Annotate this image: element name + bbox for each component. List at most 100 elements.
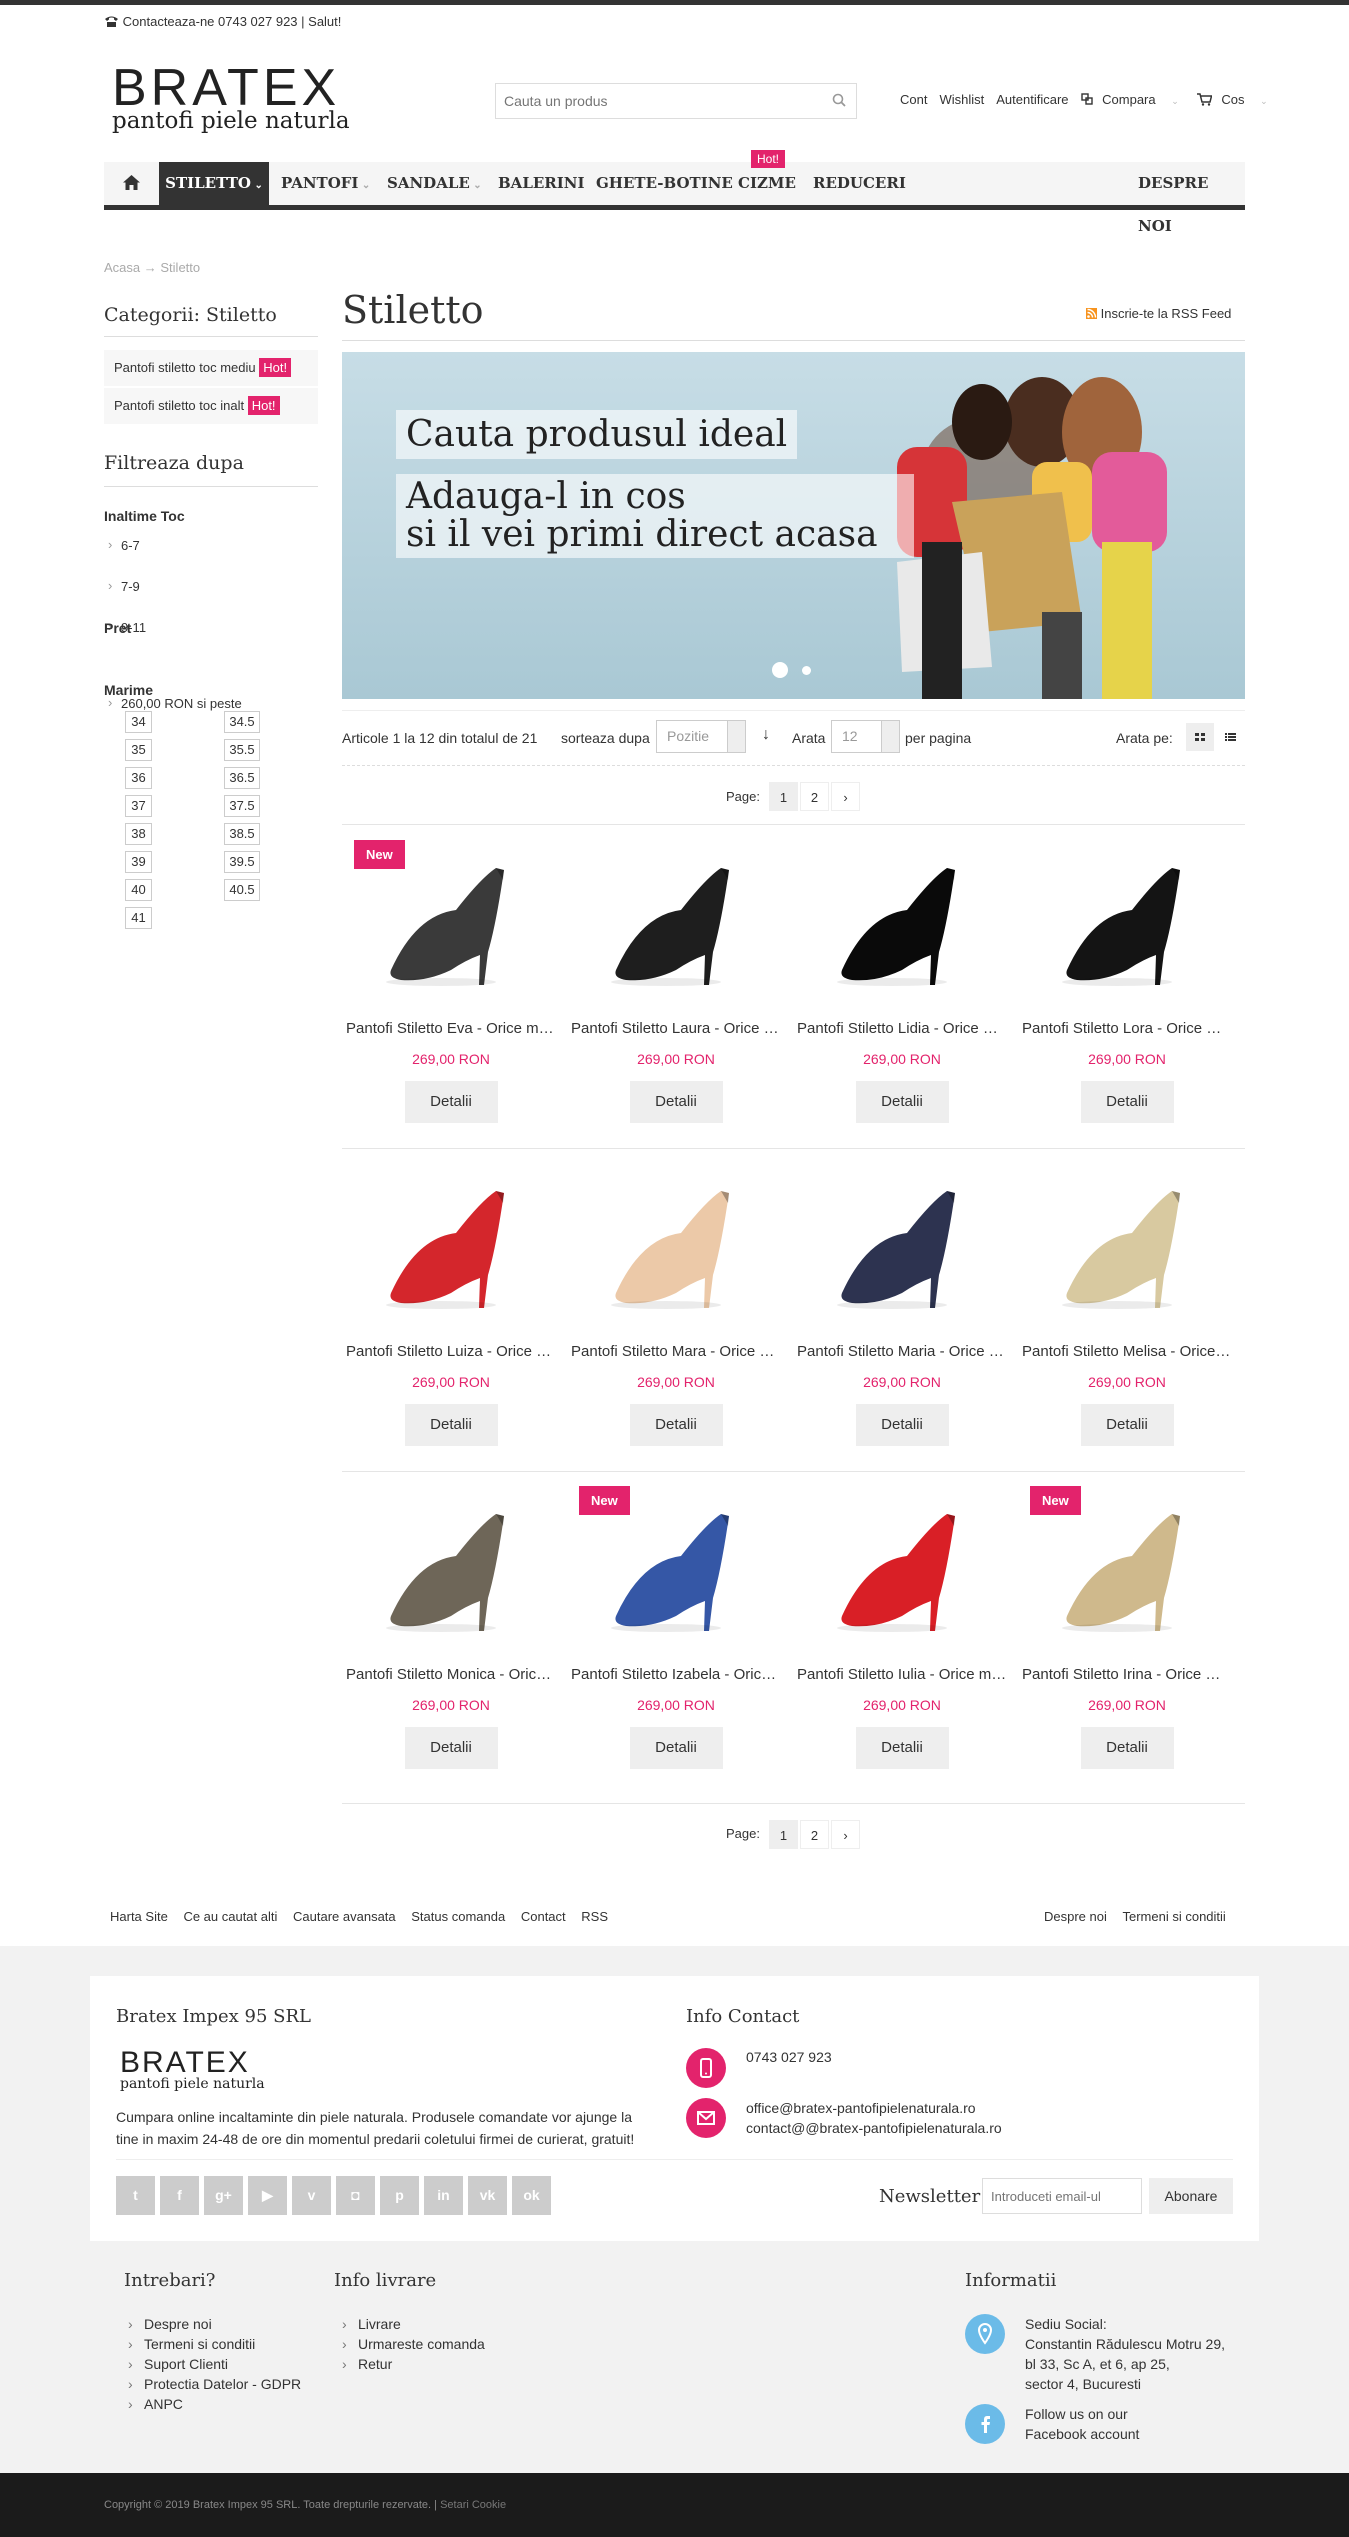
footer-col-link[interactable]: Livrare bbox=[334, 2314, 485, 2334]
product-image[interactable] bbox=[797, 840, 1007, 1000]
size-option[interactable]: 40 bbox=[125, 879, 152, 901]
linkedin-icon[interactable]: in bbox=[424, 2176, 463, 2215]
details-button[interactable]: Detalii bbox=[629, 1727, 723, 1769]
footer-col-link[interactable]: Despre noi bbox=[120, 2314, 301, 2334]
list-view-icon[interactable] bbox=[1216, 723, 1244, 751]
nav-item-ghete-botine[interactable]: GHETE-BOTINE bbox=[596, 162, 733, 205]
sort-select[interactable]: Pozitie bbox=[656, 720, 746, 753]
product-image[interactable] bbox=[571, 840, 781, 1000]
product-card[interactable]: Pantofi Stiletto Iulia - Orice marime 269… bbox=[797, 1486, 1007, 1769]
size-option[interactable]: 39.5 bbox=[224, 851, 260, 873]
nav-item-reduceri[interactable]: REDUCERI bbox=[813, 162, 906, 205]
details-button[interactable]: Detalii bbox=[404, 1081, 498, 1123]
product-name[interactable]: Pantofi Stiletto Maria - Orice marime bbox=[797, 1343, 1007, 1360]
google-plus-icon[interactable]: g+ bbox=[204, 2176, 243, 2215]
facebook-icon[interactable]: f bbox=[160, 2176, 199, 2215]
product-name[interactable]: Pantofi Stiletto Lidia - Orice marime bbox=[797, 1020, 1007, 1037]
logo-name[interactable]: BRATEX bbox=[112, 62, 340, 114]
product-card[interactable]: Pantofi Stiletto Mara - Orice marime 269,… bbox=[571, 1163, 781, 1446]
grid-view-icon[interactable] bbox=[1186, 723, 1214, 751]
home-nav-item[interactable] bbox=[104, 162, 158, 205]
product-card[interactable]: New Pantofi Stiletto Eva - Orice marime 26… bbox=[346, 840, 556, 1123]
odnoklassniki-icon[interactable]: ok bbox=[512, 2176, 551, 2215]
details-button[interactable]: Detalii bbox=[855, 1081, 949, 1123]
slider-dot-active[interactable] bbox=[772, 662, 788, 678]
page-1[interactable]: 1 bbox=[769, 1820, 798, 1849]
contact-phone[interactable]: 0743 027 923 bbox=[746, 2049, 832, 2065]
contact-email[interactable]: contact@@bratex-pantofipielenaturala.ro bbox=[746, 2118, 1002, 2138]
per-page-select[interactable]: 12 bbox=[831, 720, 900, 753]
details-button[interactable]: Detalii bbox=[1080, 1727, 1174, 1769]
pinterest-icon[interactable]: p bbox=[380, 2176, 419, 2215]
product-image[interactable] bbox=[346, 1486, 556, 1646]
instagram-icon[interactable]: ◘ bbox=[336, 2176, 375, 2215]
nav-item-cizme[interactable]: CIZME bbox=[738, 162, 796, 205]
subscribe-button[interactable]: Abonare bbox=[1149, 2178, 1233, 2214]
product-card[interactable]: New Pantofi Stiletto Irina - Orice marime… bbox=[1022, 1486, 1232, 1769]
product-name[interactable]: Pantofi Stiletto Eva - Orice marime bbox=[346, 1020, 556, 1037]
size-option[interactable]: 36 bbox=[125, 767, 152, 789]
compare-link[interactable]: Compara ⌄ bbox=[1075, 92, 1191, 107]
size-option[interactable]: 41 bbox=[125, 907, 152, 929]
product-name[interactable]: Pantofi Stiletto Laura - Orice marime bbox=[571, 1020, 781, 1037]
product-name[interactable]: Pantofi Stiletto Luiza - Orice marime bbox=[346, 1343, 556, 1360]
product-card[interactable]: Pantofi Stiletto Luiza - Orice marime 269… bbox=[346, 1163, 556, 1446]
product-image[interactable] bbox=[571, 1163, 781, 1323]
details-button[interactable]: Detalii bbox=[404, 1404, 498, 1446]
product-name[interactable]: Pantofi Stiletto Melisa - Orice marime bbox=[1022, 1343, 1232, 1360]
size-option[interactable]: 34.5 bbox=[224, 711, 260, 733]
size-option[interactable]: 37.5 bbox=[224, 795, 260, 817]
product-card[interactable]: Pantofi Stiletto Maria - Orice marime 269… bbox=[797, 1163, 1007, 1446]
breadcrumb-home[interactable]: Acasa bbox=[104, 260, 140, 275]
contact-email[interactable]: office@bratex-pantofipielenaturala.ro bbox=[746, 2098, 1002, 2118]
size-option[interactable]: 34 bbox=[125, 711, 152, 733]
page-2[interactable]: 2 bbox=[800, 1820, 829, 1849]
product-name[interactable]: Pantofi Stiletto Izabela - Orice marime bbox=[571, 1666, 781, 1683]
footer-col-link[interactable]: Urmareste comanda bbox=[334, 2334, 485, 2354]
details-button[interactable]: Detalii bbox=[1080, 1404, 1174, 1446]
product-card[interactable]: Pantofi Stiletto Monica - Orice marime 26… bbox=[346, 1486, 556, 1769]
product-image[interactable] bbox=[797, 1163, 1007, 1323]
size-option[interactable]: 36.5 bbox=[224, 767, 260, 789]
product-name[interactable]: Pantofi Stiletto Lora - Orice marime bbox=[1022, 1020, 1232, 1037]
nav-item-despre-noi[interactable]: DESPRE NOI bbox=[1138, 162, 1245, 235]
facebook-icon[interactable] bbox=[965, 2404, 1005, 2444]
details-button[interactable]: Detalii bbox=[629, 1404, 723, 1446]
logo-tagline[interactable]: pantofi piele naturla bbox=[112, 108, 350, 134]
product-image[interactable] bbox=[1022, 1163, 1232, 1323]
wishlist-link[interactable]: Wishlist bbox=[933, 92, 990, 107]
product-card[interactable]: Pantofi Stiletto Laura - Orice marime 269… bbox=[571, 840, 781, 1123]
login-link[interactable]: Autentificare bbox=[990, 92, 1074, 107]
size-option[interactable]: 35.5 bbox=[224, 739, 260, 761]
product-name[interactable]: Pantofi Stiletto Mara - Orice marime bbox=[571, 1343, 781, 1360]
nav-item-balerini[interactable]: BALERINI bbox=[498, 162, 585, 205]
product-image[interactable]: New bbox=[1022, 1486, 1232, 1646]
rss-link[interactable]: Inscrie-te la RSS Feed bbox=[1086, 306, 1231, 321]
facebook-follow[interactable]: Follow us on our Facebook account bbox=[1025, 2404, 1139, 2444]
cart-link[interactable]: Cos ⌄ bbox=[1191, 92, 1280, 107]
nav-item-sandale[interactable]: SANDALE ⌄ bbox=[387, 162, 482, 205]
twitter-icon[interactable]: t bbox=[116, 2176, 155, 2215]
product-name[interactable]: Pantofi Stiletto Monica - Orice marime bbox=[346, 1666, 556, 1683]
size-option[interactable]: 39 bbox=[125, 851, 152, 873]
product-image[interactable] bbox=[346, 1163, 556, 1323]
details-button[interactable]: Detalii bbox=[1080, 1081, 1174, 1123]
footer-col-link[interactable]: Termeni si conditii bbox=[120, 2334, 301, 2354]
cookie-settings-link[interactable]: Setari Cookie bbox=[440, 2499, 506, 2511]
product-image[interactable]: New bbox=[346, 840, 556, 1000]
vimeo-icon[interactable]: v bbox=[292, 2176, 331, 2215]
product-card[interactable]: Pantofi Stiletto Melisa - Orice marime 26… bbox=[1022, 1163, 1232, 1446]
product-name[interactable]: Pantofi Stiletto Irina - Orice marime bbox=[1022, 1666, 1232, 1683]
sort-direction-icon[interactable]: ↓ bbox=[762, 726, 770, 744]
product-card[interactable]: New Pantofi Stiletto Izabela - Orice mari… bbox=[571, 1486, 781, 1769]
footer-link[interactable]: RSS bbox=[575, 1909, 614, 1924]
product-card[interactable]: Pantofi Stiletto Lora - Orice marime 269,… bbox=[1022, 840, 1232, 1123]
page-2[interactable]: 2 bbox=[800, 782, 829, 811]
search-icon[interactable] bbox=[832, 93, 846, 107]
size-option[interactable]: 38 bbox=[125, 823, 152, 845]
search-input[interactable] bbox=[496, 84, 816, 118]
details-button[interactable]: Detalii bbox=[404, 1727, 498, 1769]
footer-link[interactable]: Cautare avansata bbox=[287, 1909, 402, 1924]
size-option[interactable]: 37 bbox=[125, 795, 152, 817]
category-item[interactable]: Pantofi stiletto toc mediu Hot! bbox=[104, 350, 318, 386]
